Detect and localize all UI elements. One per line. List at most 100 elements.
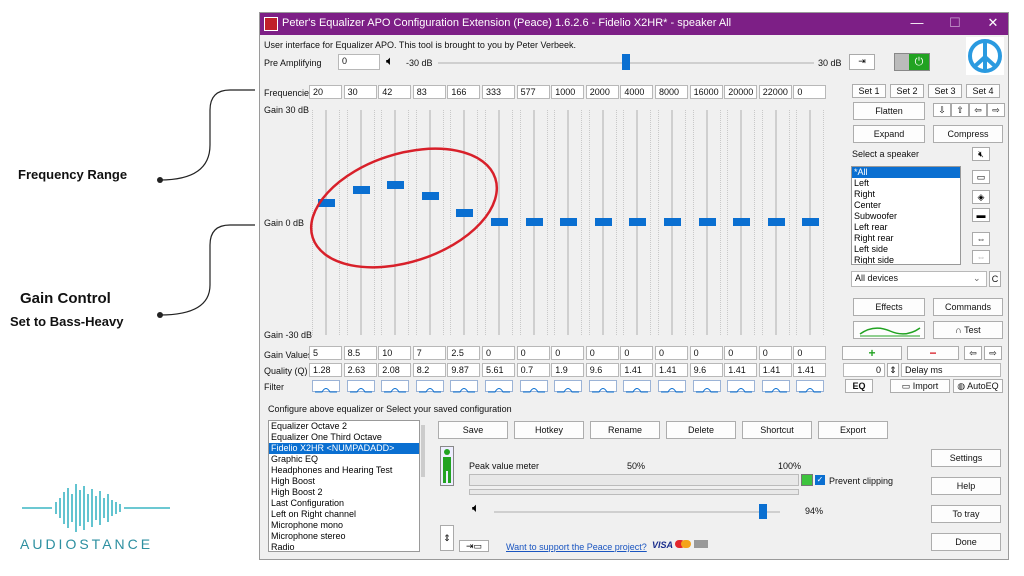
filter-shape-button[interactable] (727, 380, 756, 393)
speaker-list-item[interactable]: Right side (852, 255, 960, 264)
import-button[interactable]: ▭ Import (890, 379, 950, 393)
quality-input[interactable]: 1.41 (793, 363, 827, 377)
set-button-1[interactable]: Set 1 (852, 84, 886, 98)
gain-value-input[interactable]: 8.5 (343, 346, 377, 360)
gain-value-input[interactable]: 10 (378, 346, 412, 360)
maximize-button[interactable]: ☐ (940, 15, 970, 31)
config-list-item[interactable]: Left on Right channel (269, 509, 419, 520)
speaker-list[interactable]: *All Left Right Center Subwoofer Left rear Rig… (851, 166, 961, 265)
quality-input[interactable]: 9.6 (689, 363, 723, 377)
speaker-list-item[interactable]: Right rear (852, 233, 960, 244)
filter-shape-button[interactable] (588, 380, 617, 393)
filter-shape-button[interactable] (692, 380, 721, 393)
set-button-2[interactable]: Set 2 (890, 84, 924, 98)
gain-value-input[interactable]: 5 (309, 346, 342, 360)
config-list-item[interactable]: Equalizer Octave 2 (269, 421, 419, 432)
rename-button[interactable]: Rename (590, 421, 660, 439)
config-list-item[interactable]: Last Configuration (269, 498, 419, 509)
band-slider-thumb[interactable] (560, 218, 578, 226)
export-button[interactable]: Export (818, 421, 888, 439)
power-toggle[interactable]: ⏻ (894, 53, 930, 71)
help-button[interactable]: Help (931, 477, 1001, 495)
compress-button[interactable]: Compress (933, 125, 1003, 143)
pre-amp-thumb[interactable] (622, 54, 630, 70)
frequency-input[interactable]: 83 (412, 85, 446, 99)
filter-shape-button[interactable] (761, 380, 790, 393)
band-slider-thumb[interactable] (629, 218, 647, 226)
gain-value-input[interactable]: 0 (516, 346, 550, 360)
filter-shape-button[interactable] (519, 380, 548, 393)
pre-amp-input[interactable]: 0 (338, 54, 380, 70)
frequency-input[interactable]: 30 (343, 85, 377, 99)
frequency-input[interactable]: 2000 (585, 85, 619, 99)
effects-button[interactable]: Effects (853, 298, 925, 316)
quality-input[interactable]: 1.41 (620, 363, 654, 377)
hotkey-button[interactable]: Hotkey (514, 421, 584, 439)
gain-value-input[interactable]: 0 (724, 346, 758, 360)
filter-shape-button[interactable] (796, 380, 825, 393)
quality-input[interactable]: 1.41 (655, 363, 688, 377)
config-list-item[interactable]: Graphic EQ (269, 454, 419, 465)
quality-input[interactable]: 1.41 (724, 363, 758, 377)
band-slider-thumb[interactable] (698, 218, 716, 226)
quality-input[interactable]: 9.6 (585, 363, 619, 377)
gain-value-input[interactable]: 0 (551, 346, 585, 360)
filter-shape-button[interactable] (485, 380, 513, 393)
quality-input[interactable]: 1.28 (309, 363, 342, 377)
devices-c-button[interactable]: C (989, 271, 1001, 287)
speaker-list-item[interactable]: Right (852, 189, 960, 200)
close-button[interactable]: ✕ (978, 15, 1008, 31)
config-list-item[interactable]: High Boost (269, 476, 419, 487)
save-button[interactable]: Save (438, 421, 508, 439)
arrow-left-icon[interactable]: ⇦ (969, 103, 987, 117)
band-slider-thumb[interactable] (733, 218, 751, 226)
config-list-item[interactable]: Radio (269, 542, 419, 551)
speaker-list-item[interactable]: *All (852, 167, 960, 178)
config-list-item[interactable]: Fidelio X2HR <NUMPADADD> (269, 443, 419, 454)
speaker-swap-icon[interactable]: ⇔ (972, 232, 990, 246)
config-list-item[interactable]: Headphones and Hearing Test (269, 465, 419, 476)
arrow-up-icon[interactable]: ⇧ (951, 103, 969, 117)
add-band-button[interactable]: + (842, 346, 902, 360)
speaker-sub-icon[interactable]: ▬ (972, 208, 990, 222)
quality-input[interactable]: 2.08 (378, 363, 412, 377)
frequency-input[interactable]: 333 (482, 85, 515, 99)
config-list-item[interactable]: Microphone stereo (269, 531, 419, 542)
compact-view-icon[interactable]: ⇥▭ (459, 540, 489, 552)
support-link[interactable]: Want to support the Peace project? (506, 542, 647, 552)
prevent-clipping-checkbox[interactable]: ✓ (815, 475, 825, 485)
speaker-list-item[interactable]: Center (852, 200, 960, 211)
speaker-list-item[interactable]: Left rear (852, 222, 960, 233)
speaker-left-right-icon[interactable]: ◈ (972, 190, 990, 204)
filter-shape-button[interactable] (312, 380, 340, 393)
minimize-button[interactable]: — (902, 15, 932, 30)
gain-value-input[interactable]: 0 (655, 346, 688, 360)
done-button[interactable]: Done (931, 533, 1001, 551)
frequency-input[interactable]: 22000 (758, 85, 792, 99)
gain-value-input[interactable]: 0 (620, 346, 654, 360)
commands-button[interactable]: Commands (933, 298, 1003, 316)
config-list-item[interactable]: High Boost 2 (269, 487, 419, 498)
frequency-input[interactable]: 20 (309, 85, 342, 99)
speaker-mute-icon[interactable]: 🔇︎ (972, 147, 990, 161)
settings-button[interactable]: Settings (931, 449, 1001, 467)
autoeq-button[interactable]: ◍ AutoEQ (953, 379, 1003, 393)
frequency-input[interactable]: 577 (516, 85, 550, 99)
quality-input[interactable]: 2.63 (343, 363, 377, 377)
fullscreen-icon[interactable]: ⇥ (849, 54, 875, 70)
frequency-input[interactable]: 42 (378, 85, 412, 99)
band-slider-thumb[interactable] (525, 218, 543, 226)
filter-shape-button[interactable] (623, 380, 652, 393)
volume-track[interactable] (494, 511, 780, 513)
volume-thumb[interactable] (758, 504, 767, 519)
filter-shape-button[interactable] (381, 380, 410, 393)
to-tray-button[interactable]: To tray (931, 505, 1001, 523)
frequency-input[interactable]: 166 (447, 85, 481, 99)
gain-value-input[interactable]: 7 (412, 346, 446, 360)
test-button[interactable]: ∩ Test (933, 321, 1003, 339)
speaker-box-icon[interactable]: ▭ (972, 170, 990, 184)
delay-spinner[interactable]: ⇕ (887, 363, 899, 377)
quality-input[interactable]: 1.41 (758, 363, 792, 377)
eq-button[interactable]: EQ (845, 379, 873, 393)
quality-input[interactable]: 0.7 (516, 363, 550, 377)
